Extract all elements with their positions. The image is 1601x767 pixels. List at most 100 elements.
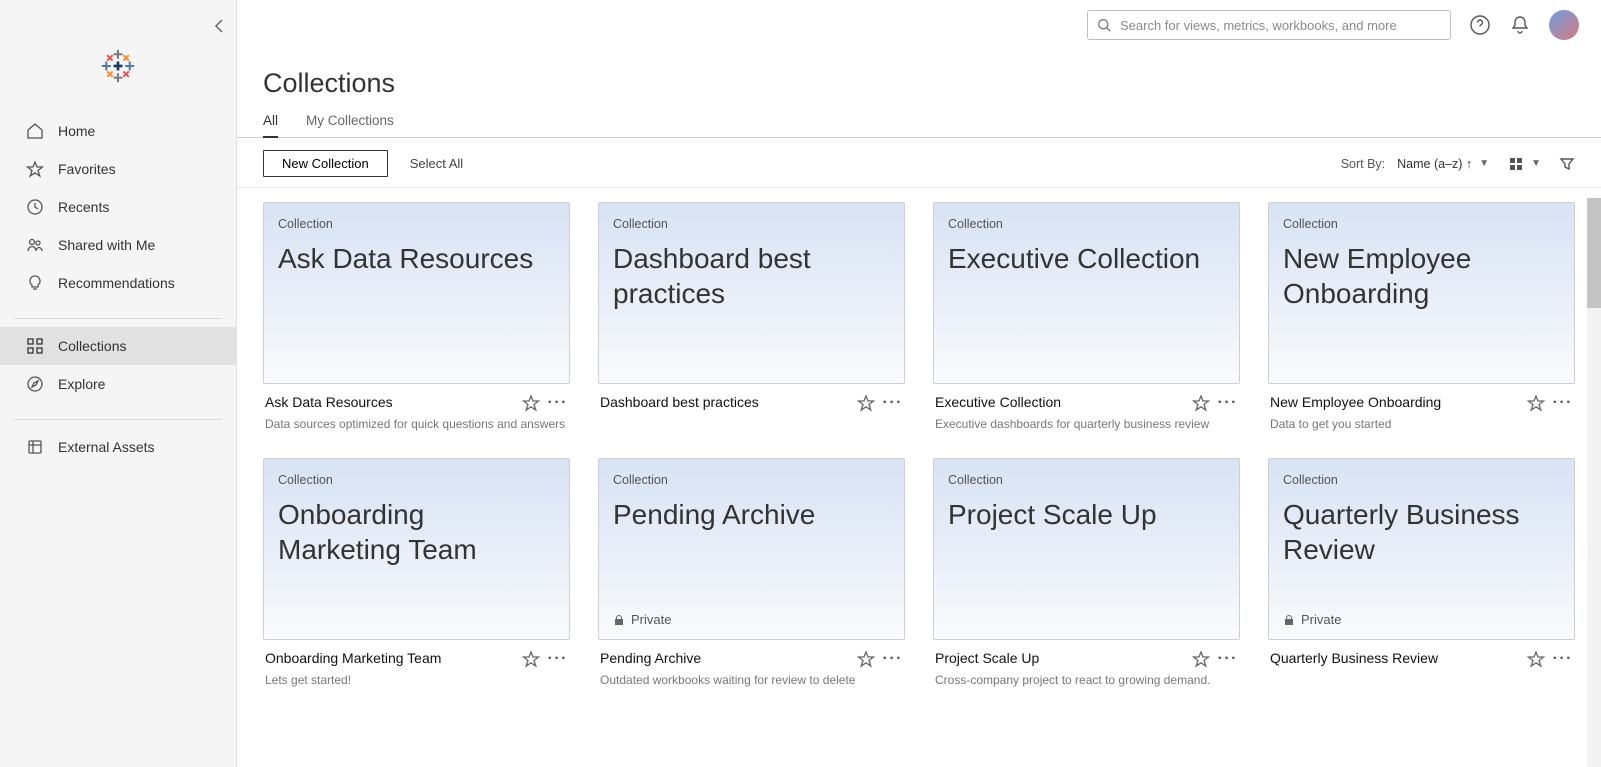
people-icon xyxy=(26,236,44,254)
collection-card-hero[interactable]: Collection Executive Collection xyxy=(933,202,1240,384)
more-menu-button[interactable]: ··· xyxy=(883,650,903,668)
sort-label: Sort By: xyxy=(1341,157,1385,171)
card-name-link[interactable]: Pending Archive xyxy=(600,650,851,666)
card-name-link[interactable]: Dashboard best practices xyxy=(600,394,851,410)
search-input[interactable] xyxy=(1087,10,1451,40)
sidebar-item-explore[interactable]: Explore xyxy=(0,365,236,403)
card-name-link[interactable]: Executive Collection xyxy=(935,394,1186,410)
card-title: Executive Collection xyxy=(948,241,1225,276)
more-menu-button[interactable]: ··· xyxy=(548,650,568,668)
more-menu-button[interactable]: ··· xyxy=(883,394,903,412)
card-title: Project Scale Up xyxy=(948,497,1225,532)
card-name-link[interactable]: Ask Data Resources xyxy=(265,394,516,410)
sidebar-item-label: External Assets xyxy=(58,439,155,455)
database-icon xyxy=(26,438,44,456)
card-actions: ··· xyxy=(1527,650,1573,668)
compass-icon xyxy=(26,375,44,393)
collection-card-hero[interactable]: Collection Project Scale Up xyxy=(933,458,1240,640)
lightbulb-icon xyxy=(26,274,44,292)
notifications-button[interactable] xyxy=(1509,14,1531,36)
tabs: All My Collections xyxy=(237,113,1601,138)
sidebar: Home Favorites Recents Shared with Me Re… xyxy=(0,0,237,767)
card-name-link[interactable]: Onboarding Marketing Team xyxy=(265,650,516,666)
more-menu-button[interactable]: ··· xyxy=(1218,650,1238,668)
search-wrap xyxy=(1087,10,1451,40)
card-name-link[interactable]: Project Scale Up xyxy=(935,650,1186,666)
card-meta: Executive Collection ··· xyxy=(933,384,1240,412)
more-menu-button[interactable]: ··· xyxy=(1553,394,1573,412)
grid-wrap: CollectionAsk Data ResourcesAsk Data Res… xyxy=(237,188,1601,767)
page-title: Collections xyxy=(237,40,1601,113)
card-type-label: Collection xyxy=(948,217,1225,231)
new-collection-button[interactable]: New Collection xyxy=(263,150,388,177)
card-name-link[interactable]: Quarterly Business Review xyxy=(1270,650,1521,666)
sidebar-item-label: Recents xyxy=(58,199,109,215)
favorite-button[interactable] xyxy=(522,394,540,412)
favorite-button[interactable] xyxy=(857,650,875,668)
collection-card-hero[interactable]: CollectionOnboarding Marketing Team xyxy=(263,458,570,640)
tab-my-collections[interactable]: My Collections xyxy=(306,113,394,137)
card-description: Data to get you started xyxy=(1268,412,1575,432)
collection-card-hero[interactable]: CollectionDashboard best practices xyxy=(598,202,905,384)
select-all-button[interactable]: Select All xyxy=(410,156,463,171)
card-type-label: Collection xyxy=(948,473,1225,487)
divider xyxy=(14,318,222,319)
collection-card: CollectionQuarterly Business ReviewPriva… xyxy=(1268,458,1575,688)
sidebar-item-label: Home xyxy=(58,123,95,139)
lock-icon xyxy=(613,614,625,626)
lock-icon xyxy=(1283,614,1295,626)
collection-card-hero[interactable]: CollectionQuarterly Business ReviewPriva… xyxy=(1268,458,1575,640)
card-actions: ··· xyxy=(1527,394,1573,412)
card-actions: ··· xyxy=(857,650,903,668)
favorite-button[interactable] xyxy=(1192,394,1210,412)
favorite-button[interactable] xyxy=(1192,650,1210,668)
collections-icon xyxy=(26,337,44,355)
card-actions: ··· xyxy=(522,650,568,668)
tab-all[interactable]: All xyxy=(263,113,278,138)
collection-card: CollectionOnboarding Marketing Team Onboa… xyxy=(263,458,570,688)
help-button[interactable] xyxy=(1469,14,1491,36)
sidebar-item-shared[interactable]: Shared with Me xyxy=(0,226,236,264)
sidebar-item-home[interactable]: Home xyxy=(0,112,236,150)
card-type-label: Collection xyxy=(278,473,555,487)
view-mode-button[interactable]: ▼ xyxy=(1509,157,1541,171)
main-content: Collections All My Collections New Colle… xyxy=(237,0,1601,767)
sidebar-item-recents[interactable]: Recents xyxy=(0,188,236,226)
favorite-button[interactable] xyxy=(857,394,875,412)
card-title: Pending Archive xyxy=(613,497,890,532)
sidebar-item-external-assets[interactable]: External Assets xyxy=(0,428,236,466)
collection-card-hero[interactable]: CollectionNew Employee Onboarding xyxy=(1268,202,1575,384)
more-menu-button[interactable]: ··· xyxy=(1553,650,1573,668)
user-avatar[interactable] xyxy=(1549,10,1579,40)
card-description: Lets get started! xyxy=(263,668,570,688)
sidebar-item-label: Shared with Me xyxy=(58,237,155,253)
topbar xyxy=(237,0,1601,44)
scrollbar[interactable] xyxy=(1587,198,1601,767)
card-name-link[interactable]: New Employee Onboarding xyxy=(1270,394,1521,410)
sidebar-item-label: Collections xyxy=(58,338,126,354)
collection-card-hero[interactable]: CollectionAsk Data Resources xyxy=(263,202,570,384)
card-title: Dashboard best practices xyxy=(613,241,890,311)
card-title: Ask Data Resources xyxy=(278,241,555,276)
card-type-label: Collection xyxy=(1283,473,1560,487)
sidebar-item-label: Recommendations xyxy=(58,275,175,291)
favorite-button[interactable] xyxy=(1527,650,1545,668)
filter-button[interactable] xyxy=(1559,156,1575,172)
sort-dropdown[interactable]: Name (a–z) ↑ ▼ xyxy=(1397,157,1489,171)
sidebar-item-collections[interactable]: Collections xyxy=(0,327,236,365)
sidebar-item-label: Explore xyxy=(58,376,105,392)
private-badge: Private xyxy=(613,612,671,627)
collection-card: CollectionAsk Data ResourcesAsk Data Res… xyxy=(263,202,570,432)
card-actions: ··· xyxy=(1192,394,1238,412)
card-title: New Employee Onboarding xyxy=(1283,241,1560,311)
more-menu-button[interactable]: ··· xyxy=(1218,394,1238,412)
favorite-button[interactable] xyxy=(1527,394,1545,412)
sidebar-collapse-button[interactable] xyxy=(214,18,224,34)
sidebar-item-favorites[interactable]: Favorites xyxy=(0,150,236,188)
sidebar-item-recommendations[interactable]: Recommendations xyxy=(0,264,236,302)
card-meta: Ask Data Resources ··· xyxy=(263,384,570,412)
favorite-button[interactable] xyxy=(522,650,540,668)
search-icon xyxy=(1095,16,1113,34)
more-menu-button[interactable]: ··· xyxy=(548,394,568,412)
collection-card-hero[interactable]: CollectionPending ArchivePrivate xyxy=(598,458,905,640)
